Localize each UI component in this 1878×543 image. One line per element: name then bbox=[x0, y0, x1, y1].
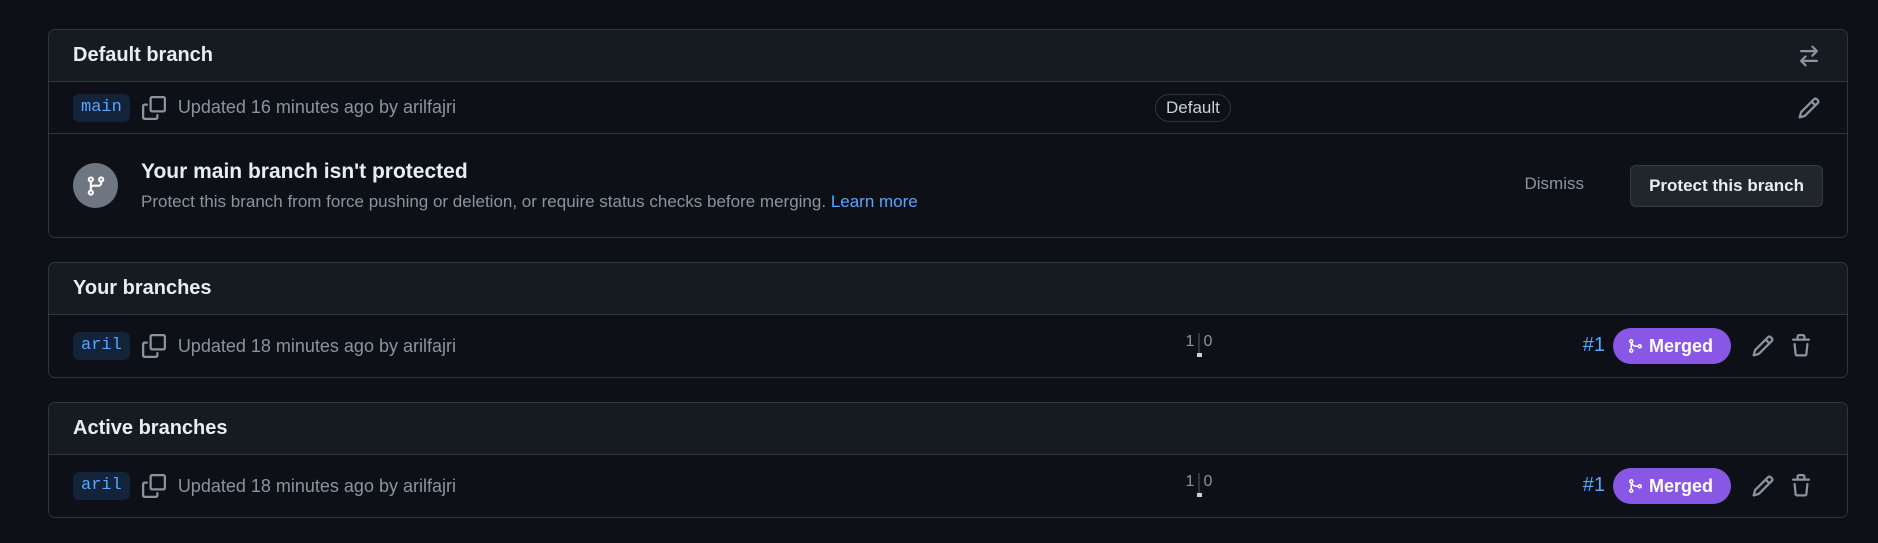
copy-icon[interactable] bbox=[141, 95, 166, 120]
merged-status-badge[interactable]: Merged bbox=[1612, 468, 1731, 504]
default-branch-section: Default branch main Updated 16 minutes a… bbox=[48, 29, 1848, 238]
pencil-icon[interactable] bbox=[1749, 332, 1777, 360]
trash-icon[interactable] bbox=[1787, 332, 1815, 360]
behind-count: 1 bbox=[1185, 333, 1195, 350]
ahead-behind-indicator: 1 0 bbox=[1183, 473, 1215, 497]
section-title: Default branch bbox=[73, 44, 214, 66]
protection-notice: Your main branch isn't protected Protect… bbox=[49, 134, 1847, 237]
notice-description-text: Protect this branch from force pushing o… bbox=[141, 191, 827, 211]
git-branch-icon bbox=[73, 163, 118, 208]
section-title: Active branches bbox=[73, 417, 228, 439]
notice-description: Protect this branch from force pushing o… bbox=[141, 192, 918, 212]
pencil-icon[interactable] bbox=[1749, 472, 1777, 500]
default-branch-header: Default branch bbox=[49, 30, 1847, 82]
arrow-switch-icon[interactable] bbox=[1795, 42, 1823, 70]
pull-request-link[interactable]: #1 bbox=[1583, 474, 1605, 497]
behind-bar bbox=[1197, 493, 1202, 497]
your-branches-section: Your branches aril Updated 18 minutes ag… bbox=[48, 262, 1848, 378]
merged-label: Merged bbox=[1648, 335, 1713, 356]
branch-name-link[interactable]: aril bbox=[73, 472, 130, 500]
pencil-icon[interactable] bbox=[1795, 94, 1823, 122]
updated-text: Updated 18 minutes ago by arilfajri bbox=[177, 335, 456, 356]
protect-branch-button[interactable]: Protect this branch bbox=[1630, 165, 1823, 207]
ahead-behind-divider bbox=[1197, 333, 1202, 357]
ahead-behind-divider bbox=[1197, 473, 1202, 497]
pull-request-link[interactable]: #1 bbox=[1583, 334, 1605, 357]
active-branches-section: Active branches aril Updated 18 minutes … bbox=[48, 402, 1848, 518]
section-title: Your branches bbox=[73, 277, 212, 299]
branch-row: aril Updated 18 minutes ago by arilfajri… bbox=[49, 315, 1847, 377]
branch-row: aril Updated 18 minutes ago by arilfajri… bbox=[49, 455, 1847, 517]
dismiss-button[interactable]: Dismiss bbox=[1525, 174, 1585, 194]
ahead-count: 0 bbox=[1203, 333, 1213, 350]
default-label: Default bbox=[1155, 93, 1231, 122]
behind-count: 1 bbox=[1185, 473, 1195, 490]
updated-text: Updated 18 minutes ago by arilfajri bbox=[177, 475, 456, 496]
your-branches-header: Your branches bbox=[49, 263, 1847, 315]
copy-icon[interactable] bbox=[141, 334, 166, 358]
merged-status-badge[interactable]: Merged bbox=[1612, 328, 1731, 364]
updated-text: Updated 16 minutes ago by arilfajri bbox=[177, 97, 456, 117]
branch-row: main Updated 16 minutes ago by arilfajri… bbox=[49, 82, 1847, 134]
git-merge-icon bbox=[1628, 339, 1642, 353]
merged-label: Merged bbox=[1648, 475, 1713, 496]
trash-icon[interactable] bbox=[1787, 472, 1815, 500]
branch-name-link[interactable]: aril bbox=[73, 332, 130, 360]
notice-text: Your main branch isn't protected Protect… bbox=[141, 160, 918, 212]
active-branches-header: Active branches bbox=[49, 403, 1847, 455]
git-merge-icon bbox=[1628, 479, 1642, 493]
ahead-behind-indicator: 1 0 bbox=[1183, 333, 1215, 357]
learn-more-link[interactable]: Learn more bbox=[831, 192, 918, 211]
notice-title: Your main branch isn't protected bbox=[141, 159, 468, 183]
copy-icon[interactable] bbox=[141, 474, 166, 498]
ahead-count: 0 bbox=[1203, 473, 1213, 490]
behind-bar bbox=[1197, 353, 1202, 357]
branch-name-link[interactable]: main bbox=[73, 93, 130, 122]
